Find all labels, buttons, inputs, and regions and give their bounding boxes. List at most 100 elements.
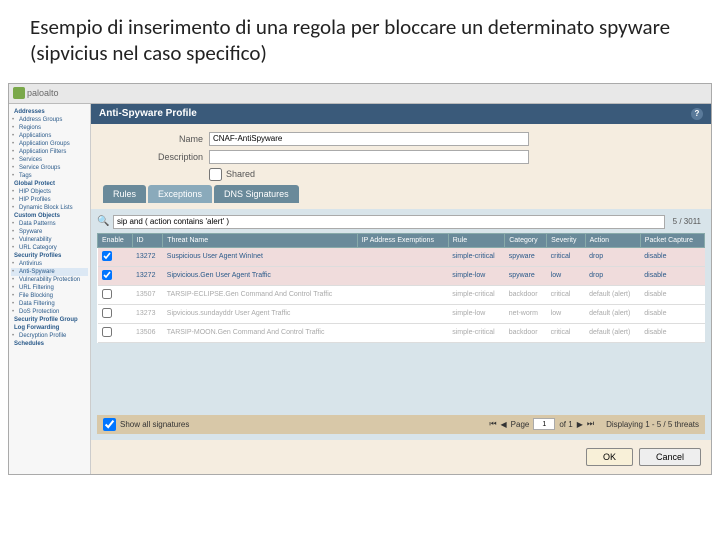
tab-exceptions[interactable]: Exceptions: [148, 185, 212, 203]
sidebar-group[interactable]: Addresses: [11, 108, 88, 116]
tabs: RulesExceptionsDNS Signatures: [99, 185, 703, 203]
table-cell: Sipvicious.sundayddr User Agent Traffic: [163, 304, 357, 323]
ok-button[interactable]: OK: [586, 448, 633, 466]
table-cell: [98, 323, 133, 342]
topbar: paloalto: [9, 84, 711, 104]
sidebar-item[interactable]: Vulnerability Protection: [11, 276, 88, 284]
table-cell: 13272: [132, 247, 163, 266]
search-icon[interactable]: 🔍: [97, 216, 109, 228]
table-cell: backdoor: [505, 285, 547, 304]
sidebar-item[interactable]: Dynamic Block Lists: [11, 204, 88, 212]
desc-label: Description: [99, 152, 209, 162]
column-header[interactable]: ID: [132, 233, 163, 247]
table-cell: TARSIP-ECLIPSE.Gen Command And Control T…: [163, 285, 357, 304]
table-row: 13507TARSIP-ECLIPSE.Gen Command And Cont…: [98, 285, 705, 304]
column-header[interactable]: Enable: [98, 233, 133, 247]
sidebar-item[interactable]: Regions: [11, 124, 88, 132]
table-cell: critical: [547, 247, 585, 266]
sidebar-group[interactable]: Log Forwarding: [11, 324, 88, 332]
column-header[interactable]: Packet Capture: [640, 233, 704, 247]
slide-title: Esempio di inserimento di una regola per…: [0, 0, 720, 77]
pager-first-icon[interactable]: ⏮: [489, 419, 496, 429]
table-cell: 13507: [132, 285, 163, 304]
desc-input[interactable]: [209, 150, 529, 164]
help-icon[interactable]: ?: [691, 108, 703, 120]
sidebar-item[interactable]: File Blocking: [11, 292, 88, 300]
shared-checkbox[interactable]: [209, 168, 222, 181]
cancel-button[interactable]: Cancel: [639, 448, 701, 466]
sidebar-item[interactable]: Anti-Spyware: [11, 268, 88, 276]
sidebar-item[interactable]: HIP Profiles: [11, 196, 88, 204]
tab-dns-signatures[interactable]: DNS Signatures: [214, 185, 299, 203]
table-cell: net-worm: [505, 304, 547, 323]
name-input[interactable]: [209, 132, 529, 146]
table-cell: disable: [640, 323, 704, 342]
column-header[interactable]: Threat Name: [163, 233, 357, 247]
sidebar-group[interactable]: Security Profile Group: [11, 316, 88, 324]
sidebar-item[interactable]: Address Groups: [11, 116, 88, 124]
sidebar-group[interactable]: Custom Objects: [11, 212, 88, 220]
table-cell: default (alert): [585, 323, 640, 342]
sidebar-item[interactable]: Spyware: [11, 228, 88, 236]
table-cell: spyware: [505, 247, 547, 266]
sidebar-item[interactable]: Services: [11, 156, 88, 164]
enable-checkbox[interactable]: [102, 270, 112, 280]
pager: ⏮ ◀ Page of 1 ▶ ⏭ Displaying 1 - 5 / 5 t…: [489, 418, 699, 430]
display-count: Displaying 1 - 5 / 5 threats: [606, 420, 699, 429]
column-header[interactable]: Rule: [448, 233, 504, 247]
sidebar-group[interactable]: Security Profiles: [11, 252, 88, 260]
tab-rules[interactable]: Rules: [103, 185, 146, 203]
table-cell: drop: [585, 266, 640, 285]
page-of: of 1: [559, 420, 572, 429]
column-header[interactable]: Action: [585, 233, 640, 247]
sidebar-item[interactable]: DoS Protection: [11, 308, 88, 316]
column-header[interactable]: Category: [505, 233, 547, 247]
table-cell: disable: [640, 247, 704, 266]
sidebar-item[interactable]: Decryption Profile: [11, 332, 88, 340]
sidebar-item[interactable]: Service Groups: [11, 164, 88, 172]
table-cell: low: [547, 266, 585, 285]
sidebar-item[interactable]: Vulnerability: [11, 236, 88, 244]
name-label: Name: [99, 134, 209, 144]
sidebar-item[interactable]: Application Groups: [11, 140, 88, 148]
sidebar: AddressesAddress GroupsRegionsApplicatio…: [9, 104, 91, 474]
table-row: 13273Sipvicious.sundayddr User Agent Tra…: [98, 304, 705, 323]
table-cell: simple-critical: [448, 323, 504, 342]
tab-body: 🔍 5 / 3011 EnableIDThreat NameIP Address…: [91, 209, 711, 440]
sidebar-group[interactable]: Global Protect: [11, 180, 88, 188]
show-all-checkbox[interactable]: [103, 418, 116, 431]
sidebar-item[interactable]: Data Patterns: [11, 220, 88, 228]
page-input[interactable]: [533, 418, 555, 430]
sidebar-item[interactable]: HIP Objects: [11, 188, 88, 196]
sidebar-group[interactable]: Schedules: [11, 340, 88, 348]
table-cell: backdoor: [505, 323, 547, 342]
sidebar-item[interactable]: URL Category: [11, 244, 88, 252]
sidebar-item[interactable]: Data Filtering: [11, 300, 88, 308]
dialog-buttons: OK Cancel: [91, 440, 711, 474]
sidebar-item[interactable]: Application Filters: [11, 148, 88, 156]
sidebar-item[interactable]: URL Filtering: [11, 284, 88, 292]
search-count: 5 / 3011: [669, 217, 705, 226]
enable-checkbox[interactable]: [102, 251, 112, 261]
table-cell: [98, 304, 133, 323]
table-cell: critical: [547, 323, 585, 342]
pager-last-icon[interactable]: ⏭: [587, 419, 594, 429]
column-header[interactable]: IP Address Exemptions: [357, 233, 448, 247]
table-cell: [357, 323, 448, 342]
table-cell: simple-critical: [448, 285, 504, 304]
table-cell: TARSIP-MOON.Gen Command And Control Traf…: [163, 323, 357, 342]
sidebar-item[interactable]: Applications: [11, 132, 88, 140]
pager-prev-icon[interactable]: ◀: [501, 420, 507, 429]
sidebar-item[interactable]: Tags: [11, 172, 88, 180]
search-input[interactable]: [113, 215, 665, 229]
column-header[interactable]: Severity: [547, 233, 585, 247]
pager-next-icon[interactable]: ▶: [577, 420, 583, 429]
table-cell: disable: [640, 285, 704, 304]
sidebar-item[interactable]: Antivirus: [11, 260, 88, 268]
table-cell: low: [547, 304, 585, 323]
enable-checkbox[interactable]: [102, 308, 112, 318]
enable-checkbox[interactable]: [102, 327, 112, 337]
table-cell: 13272: [132, 266, 163, 285]
enable-checkbox[interactable]: [102, 289, 112, 299]
footer-bar: Show all signatures ⏮ ◀ Page of 1 ▶ ⏭ Di…: [97, 415, 705, 434]
